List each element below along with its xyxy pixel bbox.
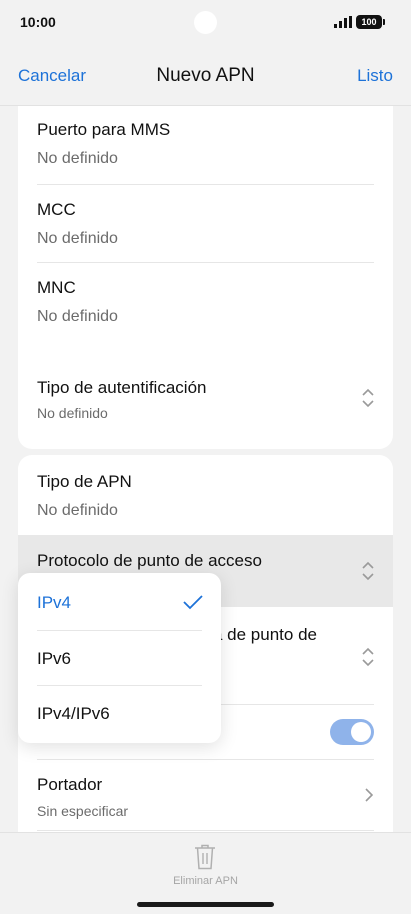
- chevron-up-down-icon: [362, 647, 374, 667]
- divider: [37, 830, 374, 831]
- row-value: No definido: [37, 308, 118, 325]
- checkmark-icon: [183, 595, 203, 610]
- row-value: No definido: [37, 502, 118, 519]
- row-title: MCC: [37, 200, 76, 219]
- enable-toggle[interactable]: [330, 719, 374, 745]
- row-auth-type[interactable]: Tipo de autentificación No definido: [18, 361, 393, 436]
- row-value: No definido: [37, 405, 108, 421]
- battery-icon: 100: [356, 15, 385, 29]
- chevron-up-down-icon: [362, 561, 374, 581]
- camera-cutout: [194, 11, 217, 34]
- dropdown-option-label: IPv4/IPv6: [37, 704, 110, 723]
- dropdown-option-ipv6[interactable]: IPv6: [18, 631, 221, 687]
- row-title: Tipo de APN: [37, 472, 132, 491]
- done-button[interactable]: Listo: [357, 66, 393, 86]
- bottom-bar: Eliminar APN: [0, 832, 411, 914]
- row-title: MNC: [37, 278, 76, 297]
- row-mms-port[interactable]: Puerto para MMS No definido: [18, 106, 393, 185]
- row-title: Tipo de autentificación: [37, 378, 207, 397]
- chevron-up-down-icon: [362, 388, 374, 408]
- dropdown-option-label: IPv6: [37, 649, 72, 668]
- dropdown-option-ipv4[interactable]: IPv4: [18, 575, 221, 631]
- row-title: Portador: [37, 775, 103, 794]
- row-value: Sin especificar: [37, 803, 129, 819]
- row-title: a de punto de: [213, 625, 317, 644]
- row-value: No definido: [37, 150, 118, 167]
- row-mcc[interactable]: MCC No definido: [18, 185, 393, 263]
- protocol-dropdown: IPv4 IPv6 IPv4/IPv6: [18, 573, 221, 743]
- chevron-right-icon: [365, 788, 373, 802]
- row-apn-type[interactable]: Tipo de APN No definido: [18, 455, 393, 535]
- row-mnc[interactable]: MNC No definido: [18, 263, 393, 343]
- signal-icon: [334, 16, 352, 28]
- delete-apn-button[interactable]: Eliminar APN: [155, 839, 255, 895]
- row-title: Puerto para MMS: [37, 120, 171, 139]
- status-bar: 10:00 100: [0, 0, 411, 46]
- status-time: 10:00: [20, 14, 56, 30]
- row-value: No definido: [37, 230, 118, 247]
- dropdown-option-ipv4-ipv6[interactable]: IPv4/IPv6: [18, 686, 221, 742]
- home-indicator: [137, 902, 274, 907]
- delete-apn-label: Eliminar APN: [173, 875, 238, 887]
- trash-icon: [195, 844, 215, 870]
- dropdown-option-label: IPv4: [37, 593, 72, 612]
- row-carrier[interactable]: Portador Sin especificar: [18, 760, 393, 830]
- cancel-button[interactable]: Cancelar: [18, 66, 86, 86]
- card-auth-type: Tipo de autentificación No definido: [18, 361, 393, 436]
- nav-bar: Nuevo APN Cancelar Listo: [0, 46, 411, 106]
- row-title: Protocolo de punto de acceso: [37, 551, 262, 570]
